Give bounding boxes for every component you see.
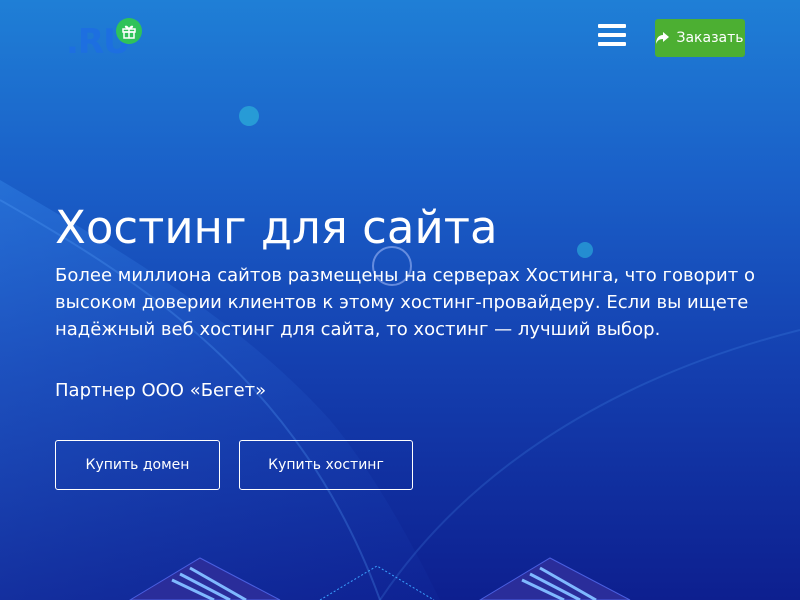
order-button-label: Заказать	[676, 30, 744, 46]
menu-icon[interactable]	[598, 24, 626, 50]
buy-hosting-button[interactable]: Купить хостинг	[239, 440, 413, 490]
decor-dot	[577, 242, 593, 258]
decor-dot	[239, 106, 259, 126]
gift-icon	[122, 25, 136, 39]
gift-badge[interactable]	[116, 18, 142, 44]
partner-text: Партнер ООО «Бегет»	[55, 380, 267, 401]
buy-domain-button[interactable]: Купить домен	[55, 440, 220, 490]
order-button[interactable]: Заказать	[655, 19, 745, 57]
hero-description: Более миллиона сайтов размещены на серве…	[55, 265, 755, 340]
share-icon	[656, 32, 670, 44]
header: .RU Заказать	[0, 0, 800, 80]
page-title: Хостинг для сайта	[55, 201, 498, 254]
